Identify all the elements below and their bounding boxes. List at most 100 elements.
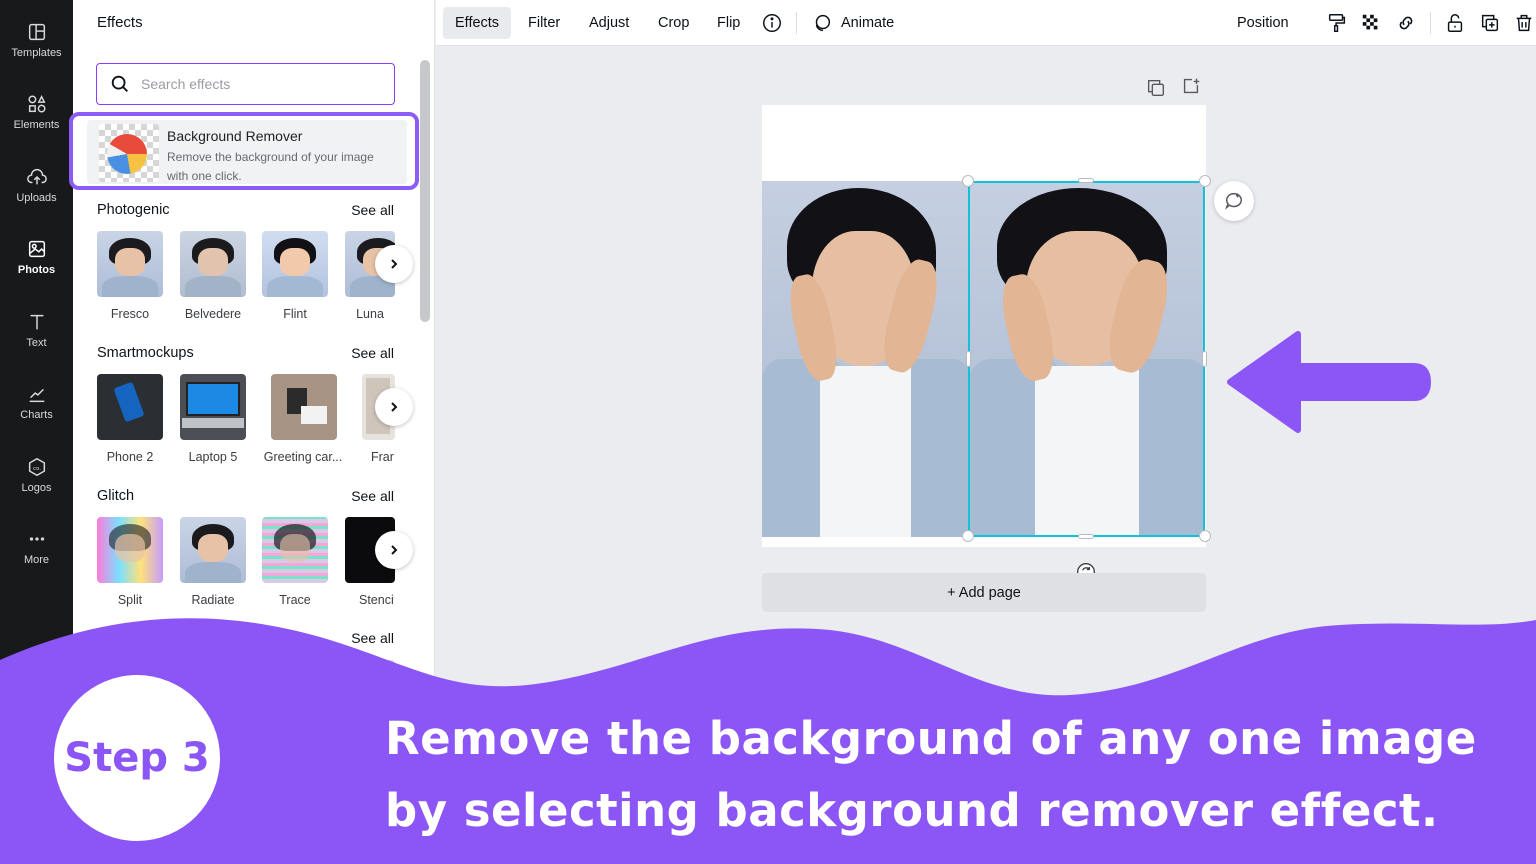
scroll-next-button[interactable] [375, 245, 413, 283]
sidebar-item-label: Templates [11, 47, 62, 59]
effect-label: Fresco [110, 307, 150, 321]
more-icon [29, 537, 44, 541]
section-title: Glitch [97, 488, 135, 504]
see-all-link[interactable]: See all [351, 345, 394, 361]
trash-icon [1516, 14, 1532, 32]
sidebar-item-photos[interactable]: Photos [0, 225, 73, 289]
mockup-thumb-greeting-card[interactable] [271, 374, 337, 440]
background-remover-item[interactable]: Background Remover Remove the background… [87, 120, 407, 184]
resize-handle[interactable] [1199, 175, 1211, 187]
lock-icon [1447, 14, 1463, 32]
delete-button[interactable] [1512, 11, 1536, 35]
effect-thumb-belvedere[interactable] [180, 231, 246, 297]
tab-flip[interactable]: Flip [705, 7, 752, 39]
portrait-photo-left[interactable] [762, 181, 969, 537]
glitch-thumb-radiate[interactable] [180, 517, 246, 583]
scroll-next-button[interactable] [375, 388, 413, 426]
charts-icon [29, 388, 44, 403]
see-all-link[interactable]: See all [351, 202, 394, 218]
resize-handle[interactable] [1078, 178, 1094, 183]
background-remover-title: Background Remover [167, 128, 303, 144]
sidebar-item-label: Logos [21, 482, 52, 494]
tab-crop[interactable]: Crop [646, 7, 701, 39]
mockup-thumb-phone[interactable] [97, 374, 163, 440]
toolbar-divider [1430, 12, 1431, 34]
mockup-label: Phone 2 [106, 450, 154, 464]
lock-button[interactable] [1443, 11, 1467, 35]
step-badge: Step 3 [54, 675, 220, 841]
duplicate-button[interactable] [1478, 11, 1502, 35]
resize-handle[interactable] [1202, 351, 1207, 367]
templates-icon [28, 23, 45, 41]
resize-handle[interactable] [1078, 534, 1094, 539]
chevron-right-icon [391, 545, 398, 555]
paint-roller-icon [1328, 14, 1346, 32]
position-button[interactable]: Position [1225, 7, 1301, 39]
beach-ball-image [107, 134, 147, 174]
toolbar-divider [796, 12, 797, 34]
see-all-link[interactable]: See all [351, 488, 394, 504]
effect-label: Belvedere [184, 307, 242, 321]
comment-button[interactable] [1214, 181, 1254, 221]
panel-scrollbar[interactable] [420, 60, 430, 322]
selection-frame[interactable] [968, 181, 1205, 537]
link-button[interactable] [1394, 11, 1418, 35]
sidebar-item-text[interactable]: Text [0, 298, 73, 362]
paint-format-button[interactable] [1325, 11, 1349, 35]
section-title: Photogenic [97, 202, 170, 218]
effect-thumb-fresco[interactable] [97, 231, 163, 297]
mockup-label: Frar [371, 450, 394, 464]
sidebar-item-more[interactable]: More [0, 515, 73, 579]
sidebar-item-label: More [23, 554, 50, 566]
sidebar-item-charts[interactable]: Charts [0, 370, 73, 434]
section-photogenic: Photogenic See all [97, 202, 394, 218]
comment-icon [1225, 192, 1242, 210]
effect-thumb-flint[interactable] [262, 231, 328, 297]
background-remover-card[interactable]: Background Remover Remove the background… [69, 112, 419, 190]
resize-handle[interactable] [962, 175, 974, 187]
duplicate-icon [1481, 14, 1499, 32]
sidebar-item-label: Elements [13, 119, 60, 131]
resize-handle[interactable] [966, 351, 971, 367]
search-field[interactable] [96, 63, 395, 105]
effect-label: Flint [283, 307, 307, 321]
text-icon [30, 314, 43, 330]
glitch-thumb-split[interactable] [97, 517, 163, 583]
top-toolbar: Effects Filter Adjust Crop Flip Animate … [436, 0, 1536, 46]
animate-button[interactable]: Animate [829, 7, 906, 39]
sidebar-item-templates[interactable]: Templates [0, 8, 73, 72]
resize-handle[interactable] [1199, 530, 1211, 542]
svg-text:co.: co. [32, 466, 40, 472]
tab-adjust[interactable]: Adjust [577, 7, 641, 39]
section-glitch: Glitch See all [97, 488, 394, 504]
sidebar-item-elements[interactable]: Elements [0, 80, 73, 144]
step-label: Step 3 [64, 735, 210, 781]
sidebar-item-label: Charts [20, 409, 53, 421]
mockup-thumb-laptop[interactable] [180, 374, 246, 440]
copy-page-icon[interactable] [1145, 77, 1167, 99]
chevron-right-icon [391, 402, 398, 412]
sidebar-item-uploads[interactable]: Uploads [0, 153, 73, 217]
panel-title: Effects [97, 14, 143, 31]
section-title: Smartmockups [97, 345, 194, 361]
arrow-left-annotation [1227, 331, 1431, 433]
sidebar-item-label: Text [26, 337, 47, 349]
search-input[interactable] [141, 76, 381, 92]
info-button[interactable] [760, 11, 784, 35]
info-icon [763, 14, 781, 32]
effect-label: Luna [356, 307, 384, 321]
logos-icon: co. [28, 457, 45, 477]
tab-filter[interactable]: Filter [516, 7, 572, 39]
photos-icon [28, 240, 45, 258]
elements-icon [27, 95, 46, 113]
glitch-thumb-trace[interactable] [262, 517, 328, 583]
resize-handle[interactable] [962, 530, 974, 542]
sidebar-item-logos[interactable]: co. Logos [0, 443, 73, 507]
section-smartmockups: Smartmockups See all [97, 345, 394, 361]
add-page-icon[interactable] [1180, 75, 1202, 97]
tab-effects[interactable]: Effects [443, 7, 512, 39]
transparency-button[interactable] [1359, 11, 1383, 35]
sidebar-item-label: Uploads [16, 192, 57, 204]
scroll-next-button[interactable] [375, 531, 413, 569]
mockup-label: Greeting car... [263, 450, 343, 464]
